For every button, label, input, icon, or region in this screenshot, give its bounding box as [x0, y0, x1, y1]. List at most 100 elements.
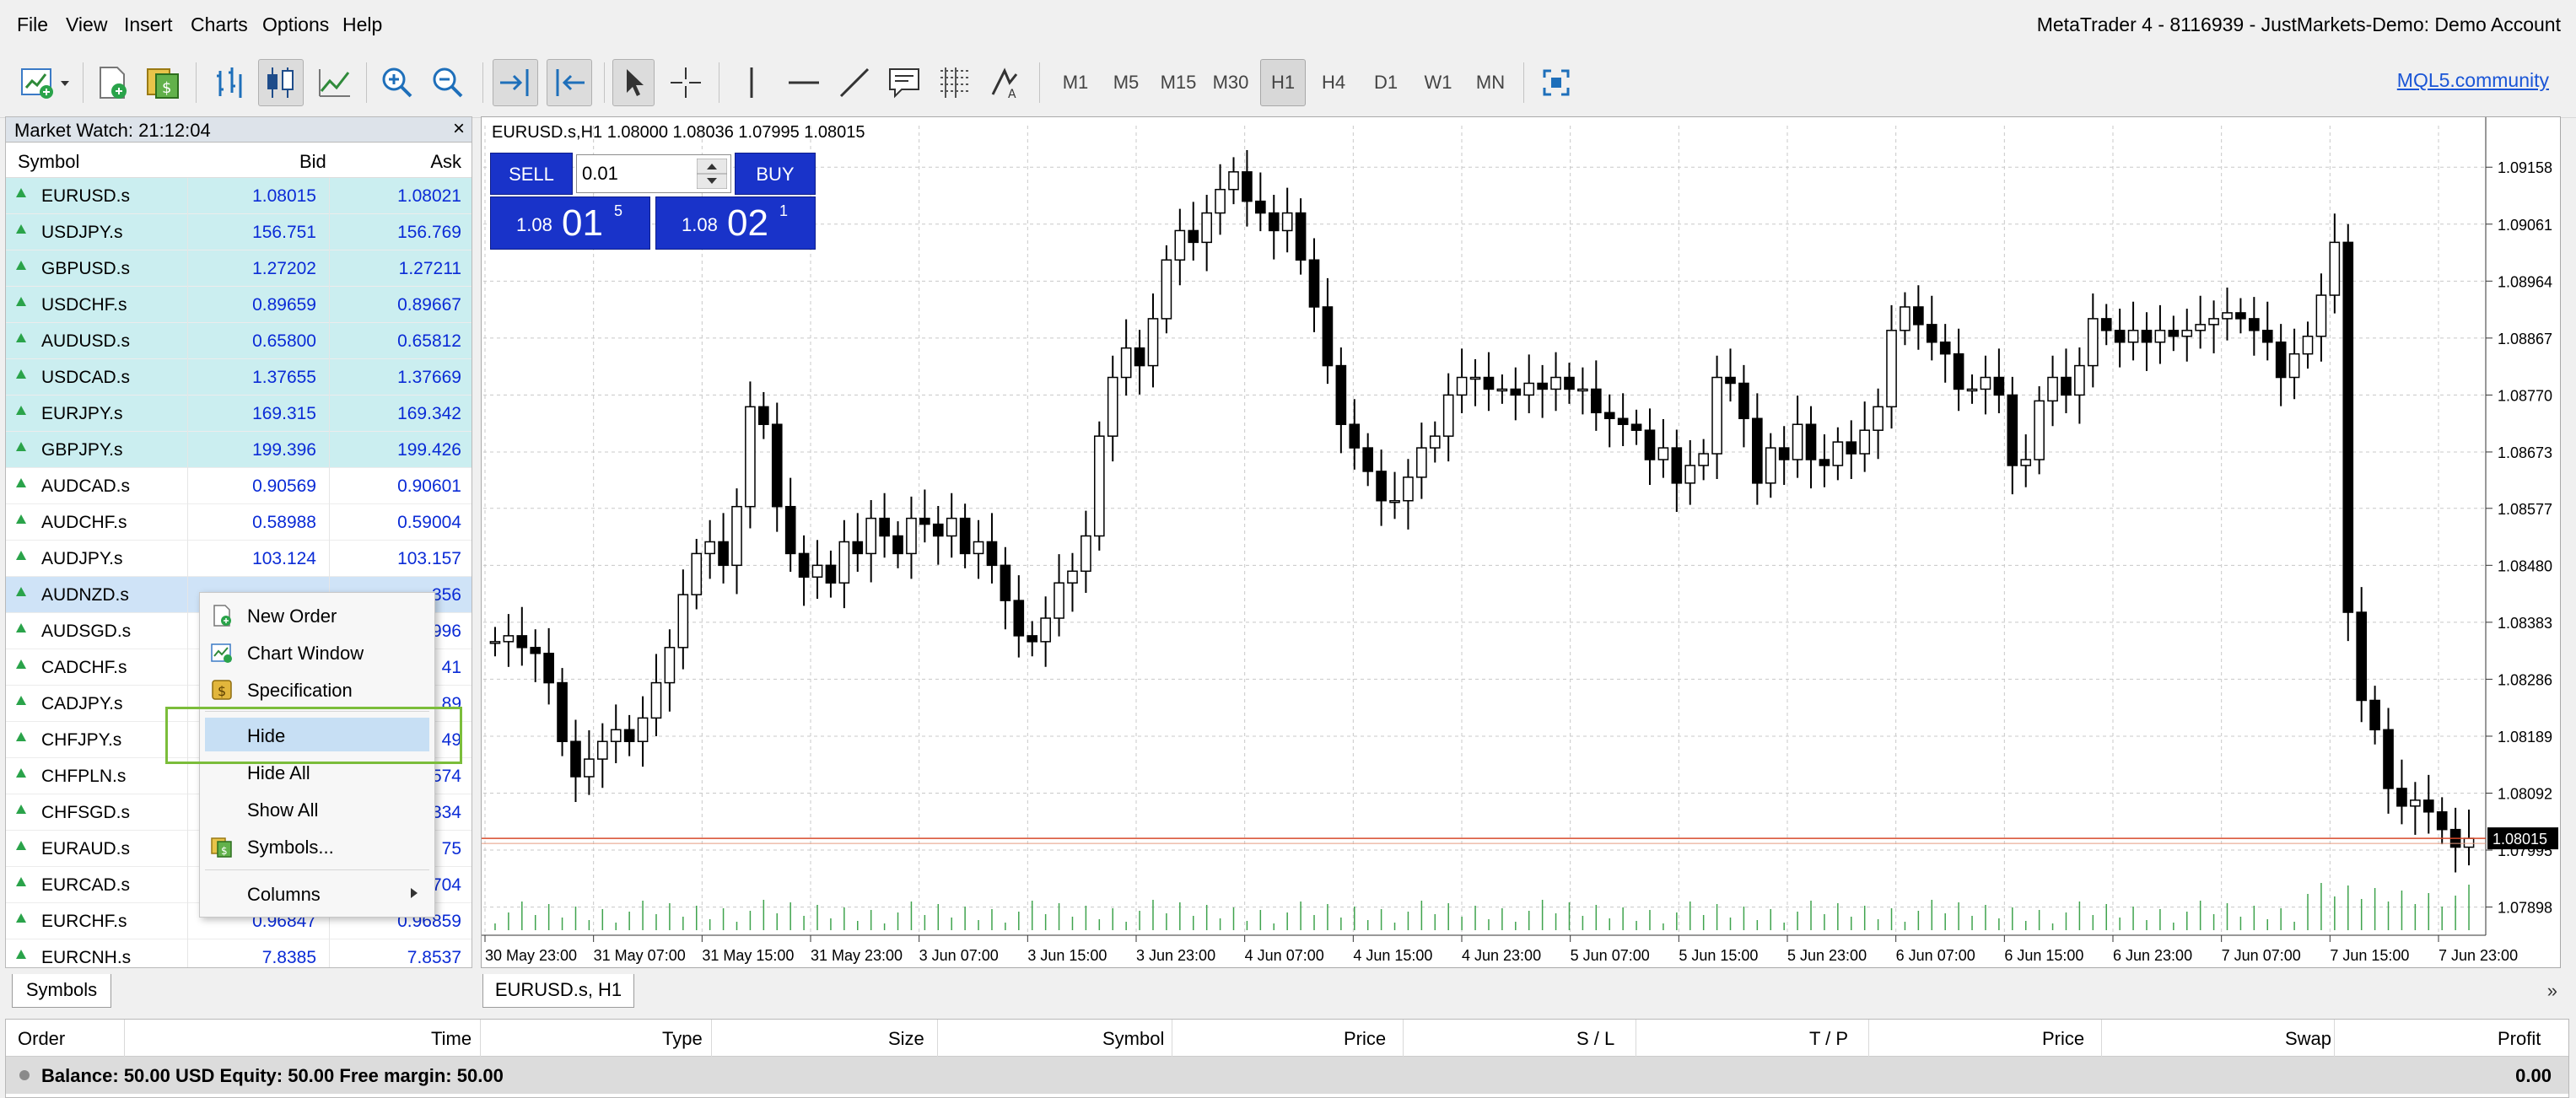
market-watch-row[interactable]: USDJPY.s 156.751 156.769	[6, 214, 472, 250]
line-chart-button[interactable]	[314, 59, 356, 106]
candle-body	[1846, 441, 1857, 455]
tab-chart-eurusd[interactable]: EURUSD.s, H1	[482, 974, 634, 1008]
bar-chart-button[interactable]	[207, 59, 250, 106]
column-ask[interactable]: Ask	[430, 151, 461, 173]
menu-show-all[interactable]: Show All	[200, 792, 434, 826]
timeframe-m1[interactable]: M1	[1053, 59, 1098, 106]
market-watch-row[interactable]: AUDJPY.s 103.124 103.157	[6, 541, 472, 577]
column-symbol[interactable]: Symbol	[18, 151, 79, 173]
market-watch-row[interactable]: GBPUSD.s 1.27202 1.27211	[6, 250, 472, 287]
zoom-in-button[interactable]	[376, 59, 418, 106]
x-tick-label: 4 Jun 23:00	[1462, 947, 1541, 964]
up-arrow-icon	[16, 623, 26, 632]
row-bid: 156.751	[252, 223, 316, 242]
balance-summary: Balance: 50.00 USD Equity: 50.00 Free ma…	[41, 1065, 504, 1086]
horizontal-line-button[interactable]	[783, 59, 825, 106]
candle-body	[1161, 259, 1172, 320]
candlestick-button[interactable]	[258, 59, 304, 106]
market-watch-row[interactable]: AUDUSD.s 0.65800 0.65812	[6, 323, 472, 359]
candle-body	[610, 729, 622, 742]
trendline-button[interactable]	[833, 59, 876, 106]
market-watch-row[interactable]: EURCNH.s 7.8385 7.8537	[6, 939, 472, 967]
terminal-column-profit[interactable]: Profit	[2498, 1028, 2541, 1050]
menu-specification[interactable]: $ Specification	[200, 672, 434, 706]
chart-window[interactable]: 1.09158 1.09061 1.08964 1.08867 1.08770 1.086…	[481, 116, 2561, 968]
fullscreen-icon	[1543, 69, 1570, 96]
candle-body	[2061, 376, 2072, 396]
market-watch-row[interactable]: AUDCHF.s 0.58988 0.59004	[6, 504, 472, 541]
menu-file[interactable]: File	[17, 13, 48, 36]
candle-body	[1859, 429, 1871, 455]
menu-new-order[interactable]: New Order	[200, 598, 434, 632]
terminal-column-price[interactable]: Price	[1344, 1028, 1386, 1050]
buy-price[interactable]: 1.08 02 1	[655, 196, 816, 250]
timeframe-m30[interactable]: M30	[1208, 59, 1253, 106]
terminal-column-order[interactable]: Order	[18, 1028, 65, 1050]
zoom-out-button[interactable]	[427, 59, 469, 106]
auto-scroll-button[interactable]	[493, 59, 538, 106]
market-watch-button[interactable]: $	[142, 59, 184, 106]
timeframe-w1[interactable]: W1	[1415, 59, 1461, 106]
terminal-columns: Order Time Type Size Symbol Price S / L T / P Pr…	[6, 1020, 2568, 1057]
menu-help[interactable]: Help	[342, 13, 382, 36]
up-arrow-icon	[16, 587, 26, 596]
candle-body	[784, 505, 796, 555]
text-label-button[interactable]	[884, 59, 926, 106]
objects-button[interactable]: A	[985, 59, 1027, 106]
market-watch-row[interactable]: EURJPY.s 169.315 169.342	[6, 396, 472, 432]
terminal-column-s-l[interactable]: S / L	[1576, 1028, 1614, 1050]
menu-columns[interactable]: Columns	[200, 876, 434, 910]
window-title: MetaTrader 4 - 8116939 - JustMarkets-Dem…	[2036, 13, 2561, 35]
candle-body	[1120, 347, 1132, 379]
row-symbol: GBPJPY.s	[41, 440, 123, 460]
up-arrow-icon	[16, 261, 26, 270]
close-icon[interactable]: ×	[453, 117, 465, 141]
vertical-line-button[interactable]	[730, 59, 773, 106]
chart-shift-button[interactable]	[547, 59, 592, 106]
lot-stepper[interactable]	[697, 159, 727, 189]
menu-view[interactable]: View	[66, 13, 107, 36]
terminal-column-swap[interactable]: Swap	[2285, 1028, 2331, 1050]
terminal-column-time[interactable]: Time	[431, 1028, 472, 1050]
menu-chart-window[interactable]: Chart Window	[200, 635, 434, 669]
market-watch-row[interactable]: USDCAD.s 1.37655 1.37669	[6, 359, 472, 396]
crosshair-button[interactable]	[665, 59, 707, 106]
column-bid[interactable]: Bid	[299, 151, 326, 173]
fullscreen-button[interactable]	[1535, 59, 1577, 106]
svg-text:A: A	[1008, 88, 1016, 101]
timeframe-m5[interactable]: M5	[1103, 59, 1149, 106]
menu-options[interactable]: Options	[262, 13, 329, 36]
terminal-column-size[interactable]: Size	[888, 1028, 924, 1050]
menu-hide-all[interactable]: Hide All	[200, 755, 434, 789]
balance-row[interactable]: Balance: 50.00 USD Equity: 50.00 Free ma…	[6, 1057, 2568, 1094]
menu-insert[interactable]: Insert	[124, 13, 173, 36]
menu-symbols[interactable]: $ Symbols...	[200, 829, 434, 863]
market-watch-row[interactable]: GBPJPY.s 199.396 199.426	[6, 432, 472, 468]
tab-symbols[interactable]: Symbols	[12, 974, 111, 1008]
timeframe-m15[interactable]: M15	[1156, 59, 1201, 106]
fibonacci-button[interactable]	[935, 59, 977, 106]
menu-charts[interactable]: Charts	[191, 13, 248, 36]
terminal-column-price[interactable]: Price	[2042, 1028, 2084, 1050]
market-watch-row[interactable]: AUDCAD.s 0.90569 0.90601	[6, 468, 472, 504]
row-ask: 89	[441, 694, 461, 713]
sell-button[interactable]: SELL	[490, 153, 573, 195]
timeframe-d1[interactable]: D1	[1363, 59, 1409, 106]
market-watch-row[interactable]: EURUSD.s 1.08015 1.08021	[6, 178, 472, 214]
menu-hide[interactable]: Hide	[205, 718, 429, 751]
market-watch-row[interactable]: USDCHF.s 0.89659 0.89667	[6, 287, 472, 323]
timeframe-h4[interactable]: H4	[1311, 59, 1356, 106]
terminal-column-symbol[interactable]: Symbol	[1102, 1028, 1164, 1050]
terminal-column-t-p[interactable]: T / P	[1809, 1028, 1848, 1050]
mql5-community-link[interactable]: MQL5.community	[2397, 69, 2549, 92]
terminal-column-type[interactable]: Type	[662, 1028, 703, 1050]
sell-price[interactable]: 1.08 01 5	[490, 196, 650, 250]
buy-button[interactable]: BUY	[735, 153, 816, 195]
timeframe-h1[interactable]: H1	[1260, 59, 1306, 106]
lot-size-input[interactable]	[582, 160, 692, 187]
tabs-scroll-icon[interactable]: »	[2547, 980, 2557, 1002]
profiles-button[interactable]	[91, 59, 133, 106]
timeframe-mn[interactable]: MN	[1468, 59, 1513, 106]
cursor-button[interactable]	[612, 59, 655, 106]
new-chart-button[interactable]	[15, 59, 74, 106]
